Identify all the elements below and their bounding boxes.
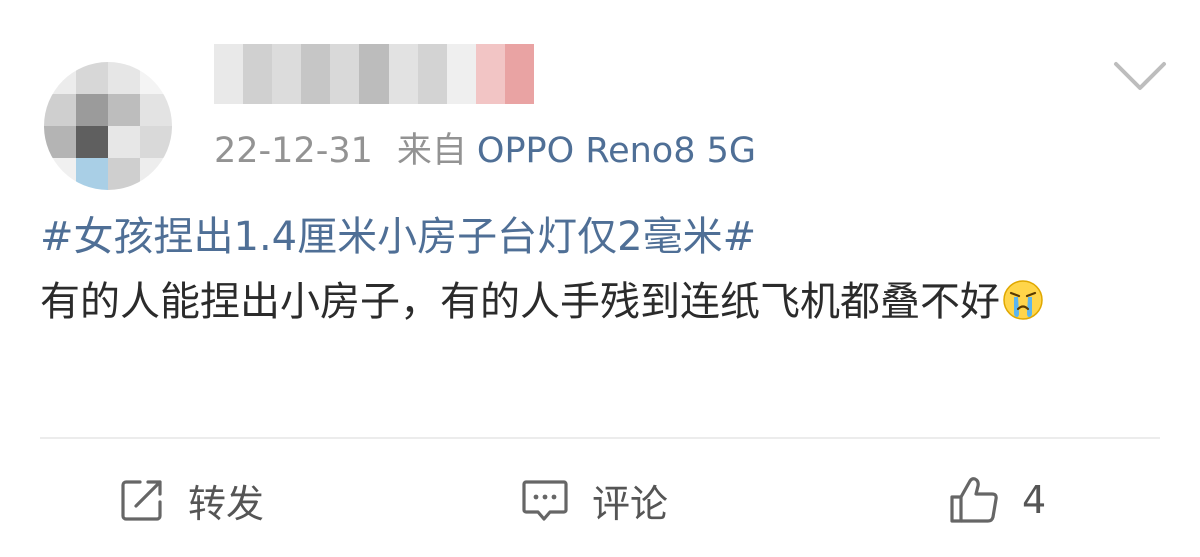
username-blurred[interactable] bbox=[214, 44, 534, 104]
comment-button[interactable]: 评论 bbox=[520, 470, 668, 530]
crying-face-emoji bbox=[1003, 280, 1043, 320]
repost-icon bbox=[121, 480, 162, 521]
comment-label: 评论 bbox=[592, 481, 669, 526]
post-content: #女孩捏出1.4厘米小房子台灯仅2毫米# 有的人能捏出小房子，有的人手残到连纸飞… bbox=[40, 205, 1160, 335]
thumbs-up-icon bbox=[950, 477, 998, 523]
like-button[interactable]: 4 bbox=[948, 470, 1046, 530]
hashtag-link[interactable]: #女孩捏出1.4厘米小房子台灯仅2毫米# bbox=[40, 205, 1160, 270]
avatar[interactable] bbox=[44, 62, 172, 190]
post-meta: 22-12-31 来自 OPPO Reno8 5G bbox=[214, 126, 756, 176]
divider bbox=[40, 437, 1160, 439]
source-label: 来自 bbox=[396, 131, 467, 171]
comment-icon bbox=[522, 480, 568, 521]
post-text: 有的人能捏出小房子，有的人手残到连纸飞机都叠不好 bbox=[40, 279, 1000, 325]
post-date: 22-12-31 bbox=[214, 131, 373, 171]
repost-label: 转发 bbox=[188, 481, 265, 526]
like-count: 4 bbox=[1022, 478, 1047, 522]
device-link[interactable]: OPPO Reno8 5G bbox=[477, 131, 756, 171]
repost-button[interactable]: 转发 bbox=[118, 470, 264, 530]
chevron-down-icon[interactable] bbox=[1112, 58, 1168, 94]
